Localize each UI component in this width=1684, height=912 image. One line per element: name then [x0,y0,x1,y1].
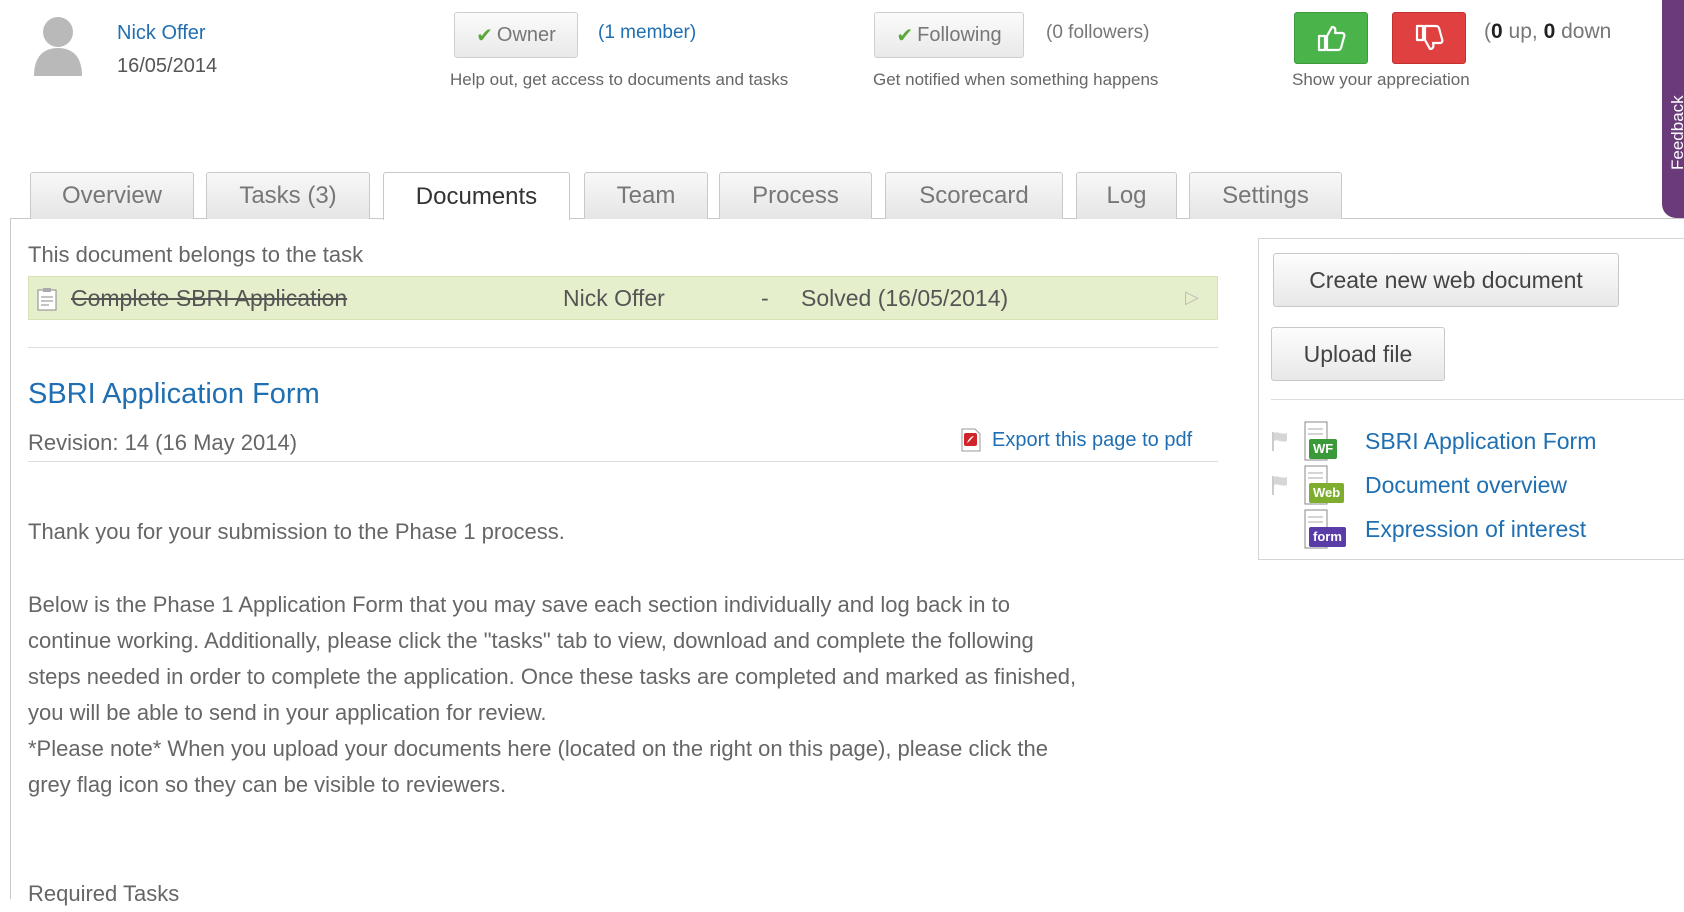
revision-info: Revision: 14 (16 May 2014) [28,430,298,455]
export-pdf-link[interactable]: Export this page to pdf [960,428,1192,452]
vote-help-text: Show your appreciation [1292,70,1470,89]
documents-panel: Create new web document Upload file WF S… [1258,238,1684,560]
thumbs-down-button[interactable] [1392,12,1466,64]
document-link[interactable]: SBRI Application Form [1365,428,1596,455]
divider [28,461,1218,462]
web-document-file-icon: Web [1297,465,1355,505]
following-label: Following [917,23,1002,46]
divider [28,347,1218,348]
follower-count: (0 followers) [1046,22,1150,43]
panel-divider [1271,399,1684,400]
required-tasks-heading: Required Tasks [28,881,180,906]
belongs-label: This document belongs to the task [28,242,364,267]
check-icon: ✔ [476,24,493,47]
tab-process[interactable]: Process [719,172,872,219]
owner-button[interactable]: ✔ Owner [454,12,578,58]
thumbs-up-button[interactable] [1294,12,1368,64]
tab-settings[interactable]: Settings [1189,172,1342,219]
tab-scorecard[interactable]: Scorecard [885,172,1063,219]
flag-icon[interactable] [1269,473,1291,497]
following-button[interactable]: ✔ Following [874,12,1024,58]
document-link[interactable]: Expression of interest [1365,516,1586,543]
author-date: 16/05/2014 [117,55,218,77]
intro-paragraph: Thank you for your submission to the Pha… [28,519,565,544]
tab-log[interactable]: Log [1076,172,1177,219]
document-item[interactable]: form Expression of interest [1269,509,1586,549]
task-icon [37,287,57,316]
chevron-right-icon[interactable]: ▷ [1185,287,1199,308]
web-form-file-icon: WF [1297,421,1355,461]
tab-overview[interactable]: Overview [30,172,194,219]
document-item[interactable]: WF SBRI Application Form [1269,421,1596,461]
task-status: Solved (16/05/2014) [801,285,1009,311]
following-help-text: Get notified when something happens [873,70,1159,89]
tab-documents[interactable]: Documents [383,172,570,220]
avatar [30,12,86,76]
form-file-icon: form [1297,509,1355,549]
task-row[interactable]: Complete SBRI Application Nick Offer - S… [28,276,1218,320]
feedback-label: Feedback [1668,95,1684,170]
thumbs-up-icon [1317,25,1346,52]
tab-tasks[interactable]: Tasks (3) [206,172,370,219]
upload-file-button[interactable]: Upload file [1271,327,1445,381]
check-icon: ✔ [896,24,914,47]
pdf-icon [961,428,981,452]
export-pdf-label: Export this page to pdf [992,428,1193,451]
task-owner: Nick Offer [563,285,665,311]
task-dash: - [761,285,769,311]
document-link[interactable]: Document overview [1365,472,1567,499]
flag-placeholder [1269,517,1291,541]
author-name[interactable]: Nick Offer [117,22,206,45]
instructions-paragraph: Below is the Phase 1 Application Form th… [28,592,1077,797]
flag-icon[interactable] [1269,429,1291,453]
owner-help-text: Help out, get access to documents and ta… [450,70,789,89]
vote-count: (0 up, 0 down [1484,20,1612,43]
owner-label: Owner [496,23,556,46]
member-count-link[interactable]: (1 member) [598,22,696,44]
document-title: SBRI Application Form [28,378,320,410]
task-name[interactable]: Complete SBRI Application [71,285,347,312]
tab-team[interactable]: Team [584,172,708,219]
create-web-document-button[interactable]: Create new web document [1273,253,1619,307]
document-item[interactable]: Web Document overview [1269,465,1567,505]
thumbs-down-icon [1415,24,1444,51]
content-left-border [10,218,11,899]
feedback-tab[interactable]: Feedback [1662,0,1684,218]
